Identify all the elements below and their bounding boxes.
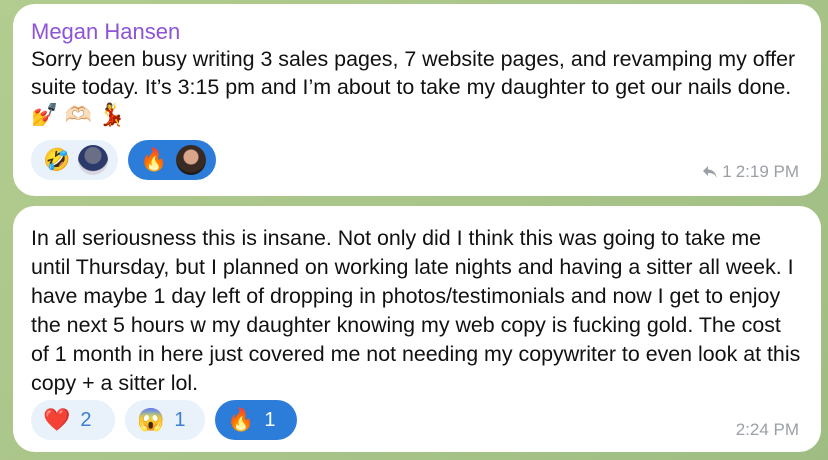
reaction-count: 1 [174,408,186,431]
scream-emoji-icon: 😱 [137,407,165,432]
message-text: Sorry been busy writing 3 sales pages, 7… [31,46,803,130]
message-body: Sorry been busy writing 3 sales pages, 7… [31,47,796,99]
reply-icon[interactable] [702,165,718,179]
reaction-scream[interactable]: 😱 1 [125,400,205,440]
message-meta: 2:24 PM [736,420,799,440]
reactions-bar: ❤️ 2 😱 1 🔥 1 [31,400,297,440]
message-time: 2:19 PM [735,162,799,181]
reaction-count: 1 [264,408,276,431]
reactions-bar: 🤣 🔥 [31,140,216,180]
reply-count[interactable]: 1 [722,162,731,182]
sender-name[interactable]: Megan Hansen [31,18,803,46]
message-bubble[interactable]: In all seriousness this is insane. Not o… [13,206,821,452]
reaction-fire[interactable]: 🔥 [128,140,216,180]
message-time: 2:24 PM [735,420,799,439]
fire-emoji-icon: 🔥 [140,147,168,172]
laughing-emoji-icon: 🤣 [43,147,71,172]
reactor-avatar [78,145,109,175]
message-text: In all seriousness this is insane. Not o… [31,226,801,395]
message-meta: 1 2:19 PM [702,162,799,182]
reaction-laughing[interactable]: 🤣 [31,140,119,180]
reactor-avatar [175,145,206,175]
message-emojis: 💅 🫶🏻 💃 [31,102,126,127]
reaction-count: 2 [80,408,92,431]
message-bubble[interactable]: Megan Hansen Sorry been busy writing 3 s… [13,4,821,196]
reaction-heart[interactable]: ❤️ 2 [31,400,115,440]
reaction-fire[interactable]: 🔥 1 [215,400,297,440]
heart-emoji-icon: ❤️ [43,407,71,432]
fire-emoji-icon: 🔥 [227,407,255,432]
